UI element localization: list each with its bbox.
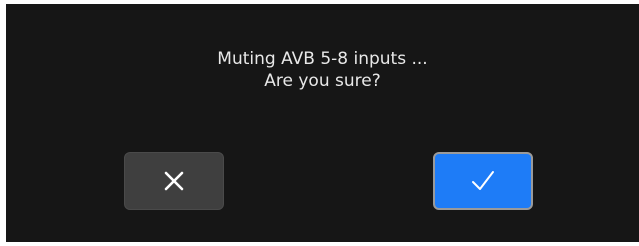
close-icon (164, 171, 184, 191)
check-icon (472, 171, 494, 190)
dialog-message: Muting AVB 5-8 inputs ... Are you sure? (6, 48, 639, 92)
cancel-button[interactable] (124, 152, 224, 210)
confirm-button[interactable] (433, 152, 533, 210)
message-line-1: Muting AVB 5-8 inputs ... (217, 49, 428, 69)
confirm-dialog: Muting AVB 5-8 inputs ... Are you sure? (6, 4, 639, 242)
message-line-2: Are you sure? (264, 71, 381, 91)
